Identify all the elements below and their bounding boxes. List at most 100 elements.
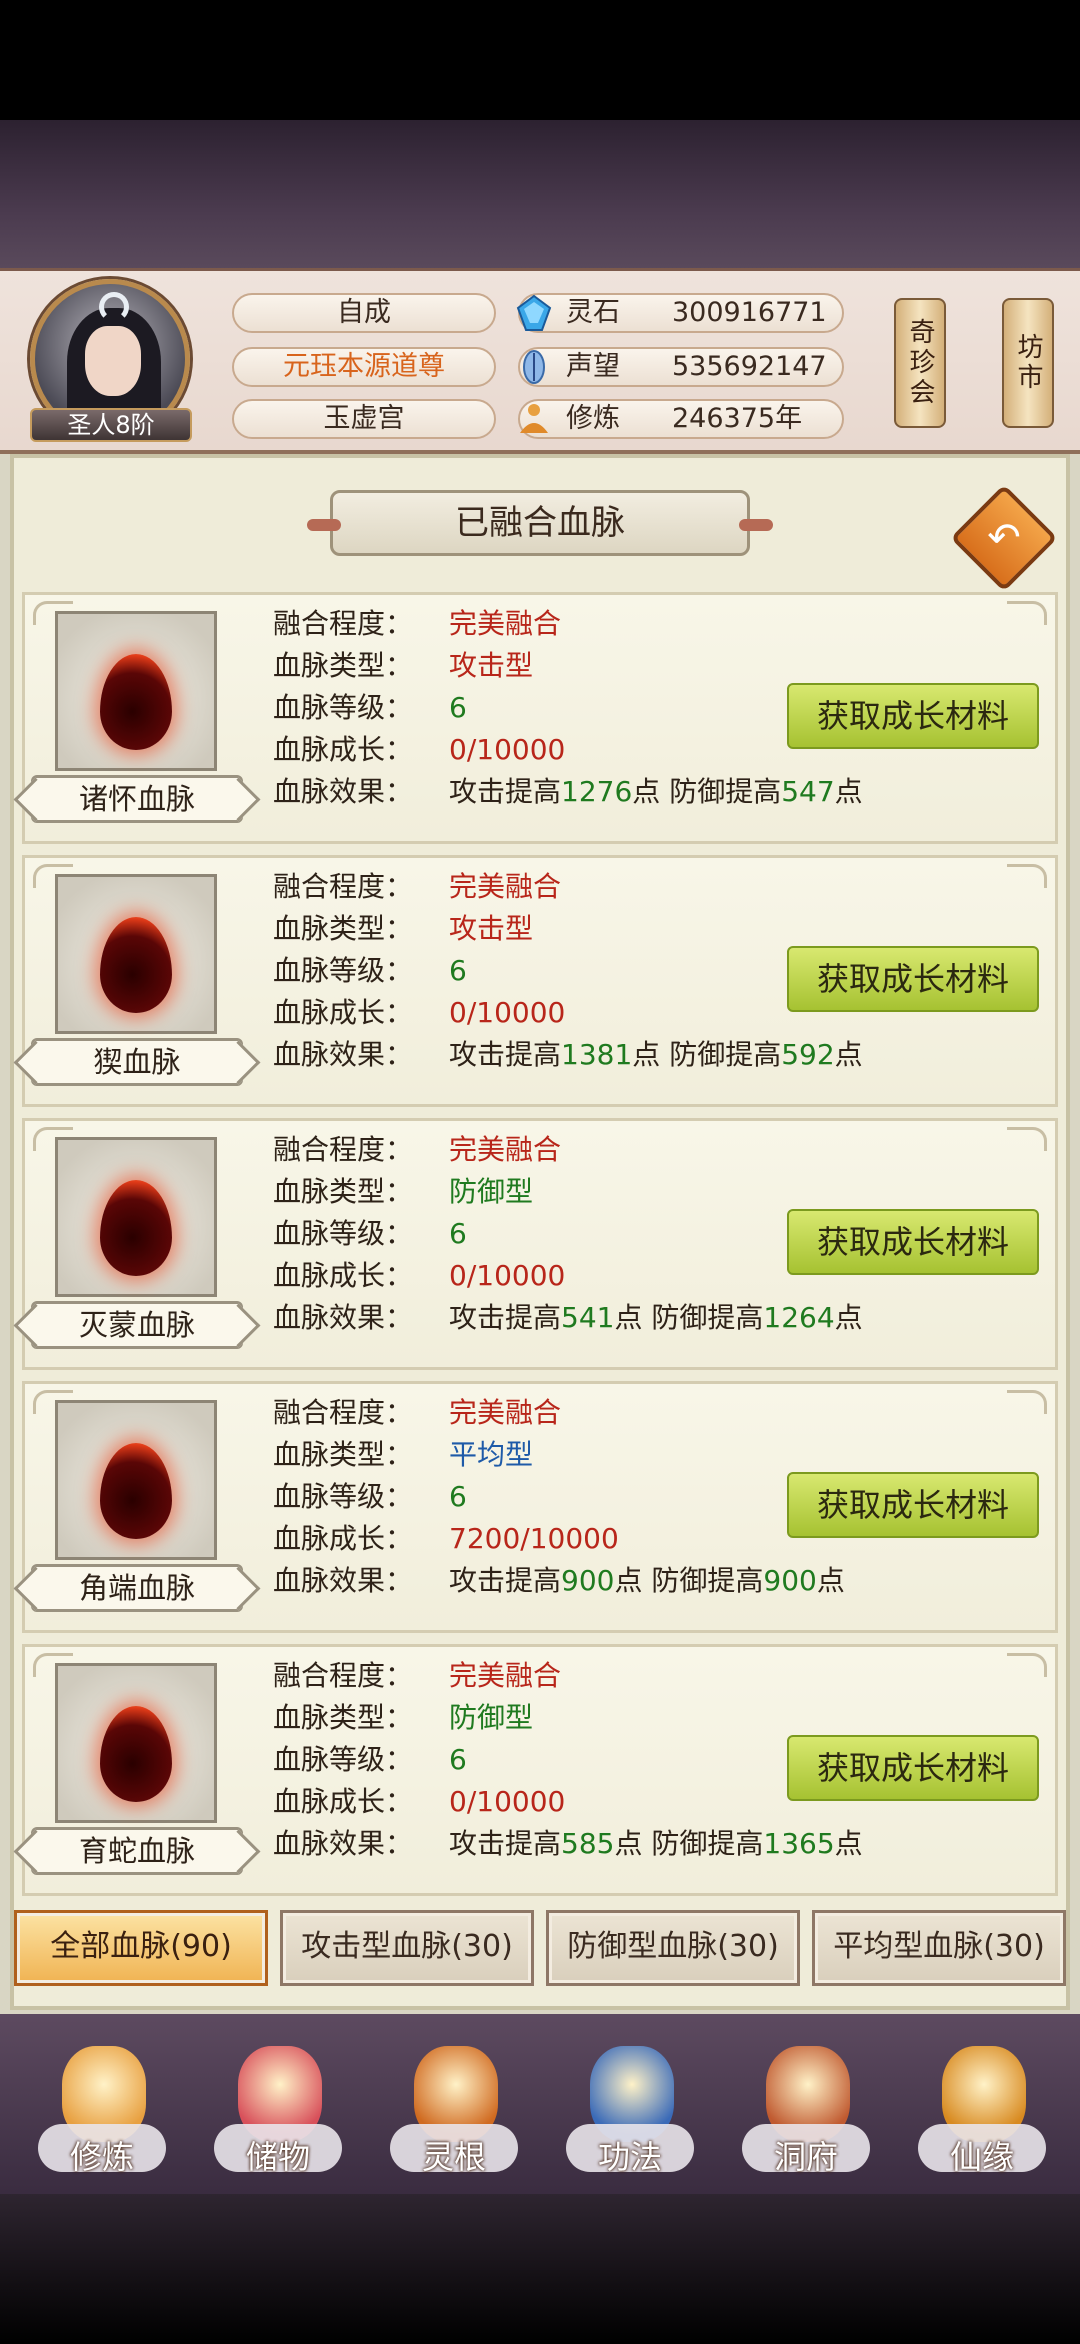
player-sect: 玉虚宫 [232,399,496,439]
field-label: 血脉效果： [273,775,414,808]
fusion-value: 完美融合 [449,607,562,640]
field-label: 血脉类型： [273,649,414,682]
unit-label: 点 [834,1038,863,1071]
panel-title: 已融合血脉 [307,490,773,556]
bloodline-thumbnail[interactable] [55,1663,217,1823]
back-arrow-icon: ↶ [987,515,1021,561]
bloodline-name: 猰血脉 [31,1038,243,1086]
def-value: 592 [781,1038,835,1071]
type-value: 平均型 [449,1438,534,1471]
atk-value: 1276 [561,775,633,808]
def-value: 1264 [763,1301,835,1334]
atk-label: 攻击提高 [449,775,562,808]
fusion-row: 融合程度： 完美融合 [273,1392,561,1434]
unit-label: 点 [834,775,863,808]
field-label: 融合程度： [273,870,414,903]
growth-row: 血脉成长： 0/10000 [273,992,565,1034]
atk-value: 585 [561,1827,615,1860]
blood-drop-icon [100,1443,172,1539]
field-label: 血脉成长： [273,996,414,1029]
unit-label: 点 [632,1038,661,1071]
growth-value: 0/10000 [449,733,566,766]
bloodline-thumbnail[interactable] [55,1137,217,1297]
nav-label: 修炼 [69,2138,134,2176]
nav-bag[interactable]: 储物 [208,2040,348,2190]
def-label: 防御提高 [669,775,782,808]
level-row: 血脉等级： 6 [273,950,467,992]
type-value: 防御型 [449,1701,534,1734]
bloodline-card: 灭蒙血脉 融合程度： 完美融合 血脉类型： 防御型 血脉等级： 6 血脉成长： 0/10… [22,1118,1058,1370]
type-row: 血脉类型： 攻击型 [273,908,533,950]
bloodline-thumbnail[interactable] [55,611,217,771]
growth-row: 血脉成长： 0/10000 [273,1781,565,1823]
level-value: 6 [449,1217,467,1250]
tab-all[interactable]: 全部血脉(90) [14,1910,268,1986]
nav-book[interactable]: 功法 [560,2040,700,2190]
atk-value: 541 [561,1301,615,1334]
growth-row: 血脉成长： 0/10000 [273,729,565,771]
get-growth-material-button[interactable]: 获取成长材料 [787,1472,1039,1538]
type-row: 血脉类型： 攻击型 [273,645,533,687]
fusion-row: 融合程度： 完美融合 [273,603,561,645]
field-label: 血脉效果： [273,1301,414,1334]
nav-gourd[interactable]: 仙缘 [912,2040,1052,2190]
level-value: 6 [449,954,467,987]
get-growth-material-button[interactable]: 获取成长材料 [787,946,1039,1012]
level-row: 血脉等级： 6 [273,1739,467,1781]
stat-cultivation: 修炼 246375年 [518,399,844,439]
tab-attack[interactable]: 攻击型血脉(30) [280,1910,534,1986]
stat-value: 300916771 [672,297,827,328]
growth-value: 0/10000 [449,996,566,1029]
field-label: 融合程度： [273,1659,414,1692]
level-value: 6 [449,691,467,724]
fusion-value: 完美融合 [449,870,562,903]
bloodline-thumbnail[interactable] [55,1400,217,1560]
unit-label: 点 [614,1301,643,1334]
nav-spirit-root[interactable]: 灵根 [384,2040,524,2190]
effect-row: 血脉效果： 攻击提高1276点 防御提高547点 [273,771,863,813]
tab-balanced[interactable]: 平均型血脉(30) [812,1910,1066,1986]
spirit-stone-icon [516,294,552,331]
filter-tabs: 全部血脉(90) 攻击型血脉(30) 防御型血脉(30) 平均型血脉(30) [10,1904,1070,1992]
cultivation-icon [520,404,548,433]
blood-drop-icon [100,917,172,1013]
level-row: 血脉等级： 6 [273,1476,467,1518]
bottom-area [0,2194,1080,2344]
player-name: 自成 [232,293,496,333]
nav-meditation[interactable]: 修炼 [32,2040,172,2190]
type-value: 攻击型 [449,649,534,682]
top-background [0,120,1080,270]
unit-label: 点 [614,1827,643,1860]
level-value: 6 [449,1480,467,1513]
field-label: 血脉等级： [273,954,414,987]
bloodline-name: 育蛇血脉 [31,1827,243,1875]
nav-label: 仙缘 [949,2138,1014,2176]
field-label: 血脉成长： [273,1785,414,1818]
get-growth-material-button[interactable]: 获取成长材料 [787,683,1039,749]
atk-label: 攻击提高 [449,1827,562,1860]
unit-label: 点 [614,1564,643,1597]
bloodline-card: 猰血脉 融合程度： 完美融合 血脉类型： 攻击型 血脉等级： 6 血脉成长： 0/100… [22,855,1058,1107]
field-label: 融合程度： [273,1396,414,1429]
treasure-fair-button[interactable]: 奇珍会 [894,298,946,428]
stat-spirit-stone: 灵石 300916771 [516,293,844,333]
field-label: 血脉效果： [273,1564,414,1597]
field-label: 血脉成长： [273,733,414,766]
tab-defense[interactable]: 防御型血脉(30) [546,1910,800,1986]
bloodline-thumbnail[interactable] [55,874,217,1034]
market-button[interactable]: 坊市 [1002,298,1054,428]
get-growth-material-button[interactable]: 获取成长材料 [787,1209,1039,1275]
type-row: 血脉类型： 防御型 [273,1171,533,1213]
level-value: 6 [449,1743,467,1776]
corner-ornament [1007,1390,1047,1414]
stat-value: 246375年 [672,403,803,434]
growth-row: 血脉成长： 7200/10000 [273,1518,619,1560]
unit-label: 点 [834,1301,863,1334]
blood-drop-icon [100,654,172,750]
nav-cave-house[interactable]: 洞府 [736,2040,876,2190]
def-label: 防御提高 [651,1301,764,1334]
bloodline-card: 育蛇血脉 融合程度： 完美融合 血脉类型： 防御型 血脉等级： 6 血脉成长： 0/10… [22,1644,1058,1896]
growth-value: 7200/10000 [449,1522,619,1555]
bloodline-name: 角端血脉 [31,1564,243,1612]
get-growth-material-button[interactable]: 获取成长材料 [787,1735,1039,1801]
